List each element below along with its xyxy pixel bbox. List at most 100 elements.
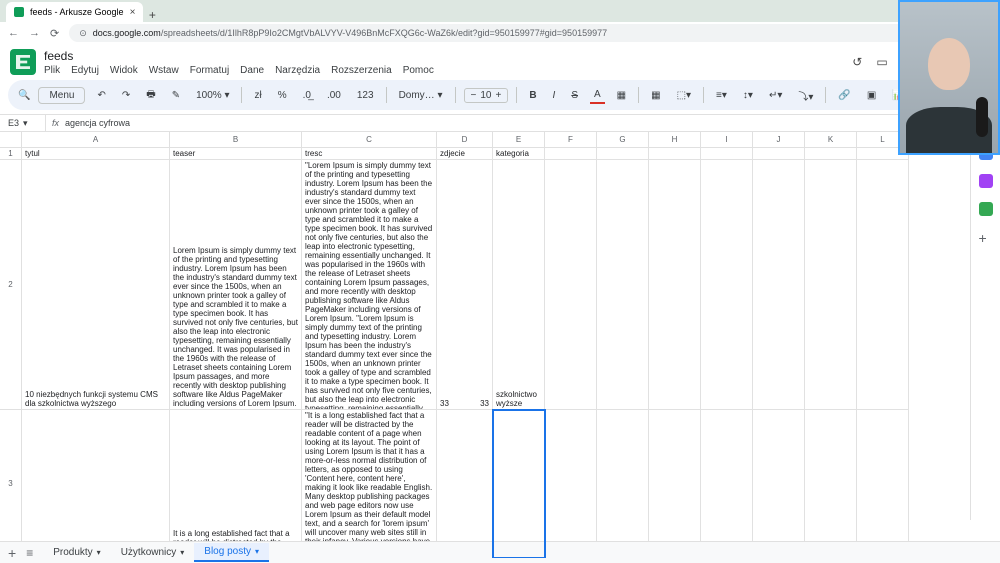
- percent-button[interactable]: %: [274, 88, 291, 103]
- cell[interactable]: [649, 160, 701, 410]
- dec-increase[interactable]: .00: [323, 88, 345, 103]
- cell[interactable]: [857, 160, 909, 410]
- cell[interactable]: [545, 410, 597, 558]
- sheets-logo-icon[interactable]: [10, 49, 36, 75]
- add-panel-icon[interactable]: +: [979, 230, 993, 244]
- valign-button[interactable]: ↕▾: [739, 88, 757, 103]
- cell[interactable]: [805, 410, 857, 558]
- number-format[interactable]: 123: [353, 88, 378, 103]
- cell[interactable]: [805, 148, 857, 160]
- menu-wstaw[interactable]: Wstaw: [149, 65, 179, 76]
- col-header-G[interactable]: G: [597, 132, 649, 147]
- cell[interactable]: [753, 148, 805, 160]
- search-icon[interactable]: 🔍: [18, 90, 30, 101]
- history-icon[interactable]: ↺: [852, 55, 862, 69]
- borders-button[interactable]: ▦: [647, 88, 664, 103]
- row-header-3[interactable]: 3: [0, 410, 21, 558]
- name-box[interactable]: E3 ▾: [0, 115, 46, 131]
- cell[interactable]: "Lorem Ipsum is simply dummy text of the…: [302, 160, 437, 410]
- cell[interactable]: tytul: [22, 148, 170, 160]
- cell[interactable]: kategoria: [493, 148, 545, 160]
- col-header-F[interactable]: F: [545, 132, 597, 147]
- browser-tab[interactable]: feeds - Arkusze Google ×: [6, 2, 143, 22]
- menu-formatuj[interactable]: Formatuj: [190, 65, 229, 76]
- cell[interactable]: 10 niezbędnych funkcji systemu CMS dla s…: [22, 160, 170, 410]
- cell[interactable]: Lorem Ipsum is simply dummy text of the …: [170, 160, 302, 410]
- col-header-E[interactable]: E: [493, 132, 545, 147]
- cells-area[interactable]: tytulteasertresczdjeciekategoria 10 niezb…: [22, 148, 1000, 558]
- font-select[interactable]: Domy… ▾: [395, 88, 447, 103]
- menu-dane[interactable]: Dane: [240, 65, 264, 76]
- comment-icon[interactable]: ▭: [876, 55, 887, 69]
- menu-rozszerzenia[interactable]: Rozszerzenia: [331, 65, 392, 76]
- halign-button[interactable]: ≡▾: [712, 88, 731, 103]
- cell[interactable]: [701, 410, 753, 558]
- cell[interactable]: [753, 410, 805, 558]
- contacts-icon[interactable]: [979, 174, 993, 188]
- col-header-B[interactable]: B: [170, 132, 302, 147]
- col-header-D[interactable]: D: [437, 132, 493, 147]
- menu-widok[interactable]: Widok: [110, 65, 138, 76]
- add-sheet-button[interactable]: +: [8, 545, 16, 561]
- textcolor-button[interactable]: A: [590, 87, 605, 104]
- fillcolor-button[interactable]: ▦: [613, 88, 630, 103]
- cell[interactable]: "It is a long established fact that a re…: [302, 410, 437, 558]
- undo-icon[interactable]: ↶: [93, 88, 109, 103]
- col-header-C[interactable]: C: [302, 132, 437, 147]
- bold-button[interactable]: B: [525, 88, 540, 103]
- currency-button[interactable]: zł: [250, 88, 265, 103]
- redo-icon[interactable]: ↷: [118, 88, 134, 103]
- close-tab-icon[interactable]: ×: [130, 7, 136, 18]
- cell[interactable]: It is a long established fact that a rea…: [170, 410, 302, 558]
- sheet-tab[interactable]: Użytkownicy ▾: [111, 543, 195, 562]
- link-icon[interactable]: 🔗: [834, 88, 854, 103]
- cell[interactable]: teaser: [170, 148, 302, 160]
- wrap-button[interactable]: ↵▾: [765, 88, 786, 103]
- zoom-select[interactable]: 100% ▾: [192, 88, 233, 103]
- cell[interactable]: [22, 410, 170, 558]
- cell[interactable]: [701, 148, 753, 160]
- row-header-2[interactable]: 2: [0, 160, 21, 410]
- col-header-K[interactable]: K: [805, 132, 857, 147]
- row-header-1[interactable]: 1: [0, 148, 21, 160]
- cell[interactable]: [545, 148, 597, 160]
- col-header-I[interactable]: I: [701, 132, 753, 147]
- forward-icon[interactable]: →: [29, 27, 40, 39]
- cell[interactable]: [437, 410, 493, 558]
- doc-name[interactable]: feeds: [44, 49, 844, 63]
- back-icon[interactable]: ←: [8, 27, 19, 39]
- comment-add-icon[interactable]: ▣: [863, 88, 880, 103]
- sheet-tab[interactable]: Blog posty ▾: [194, 543, 269, 562]
- cell[interactable]: szkolnictwo wyższe: [493, 160, 545, 410]
- menu-plik[interactable]: Plik: [44, 65, 60, 76]
- url-box[interactable]: ⊙ docs.google.com/spreadsheets/d/1IlhR8p…: [69, 24, 910, 42]
- select-all-corner[interactable]: [0, 132, 22, 148]
- cell[interactable]: [649, 410, 701, 558]
- reload-icon[interactable]: ⟳: [50, 27, 59, 40]
- cell[interactable]: [701, 160, 753, 410]
- sheet-tab[interactable]: Produkty ▾: [43, 543, 110, 562]
- cell[interactable]: [753, 160, 805, 410]
- cell[interactable]: 33: [437, 160, 493, 410]
- paint-icon[interactable]: ✎: [168, 88, 184, 103]
- cell[interactable]: tresc: [302, 148, 437, 160]
- cell[interactable]: [649, 148, 701, 160]
- dec-decrease[interactable]: .0̲: [299, 88, 315, 103]
- col-header-J[interactable]: J: [753, 132, 805, 147]
- cell[interactable]: [857, 410, 909, 558]
- cell[interactable]: zdjecie: [437, 148, 493, 160]
- formula-value[interactable]: agencja cyfrowa: [65, 118, 130, 128]
- strike-button[interactable]: S: [567, 88, 582, 103]
- col-header-A[interactable]: A: [22, 132, 170, 147]
- col-header-H[interactable]: H: [649, 132, 701, 147]
- menu-button[interactable]: Menu: [38, 87, 85, 104]
- cell[interactable]: [597, 410, 649, 558]
- fontsize-box[interactable]: − 10 +: [464, 88, 509, 103]
- maps-icon[interactable]: [979, 202, 993, 216]
- merge-button[interactable]: ⬚▾: [673, 88, 695, 103]
- new-tab-button[interactable]: +: [143, 8, 161, 22]
- cell[interactable]: [805, 160, 857, 410]
- all-sheets-button[interactable]: ≡: [26, 546, 33, 560]
- cell[interactable]: [545, 160, 597, 410]
- rotate-button[interactable]: ⤵▾: [794, 86, 817, 105]
